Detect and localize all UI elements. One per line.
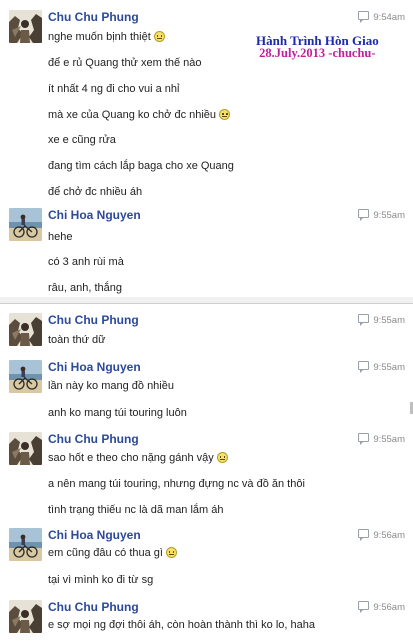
avatar[interactable] [9, 208, 42, 241]
sender-name[interactable]: Chu Chu Phung [48, 10, 139, 24]
message-text: lần này ko mang đồ nhiều [48, 380, 174, 392]
avatar[interactable] [9, 600, 42, 633]
smiley-emoticon-icon [216, 452, 228, 463]
rock-portrait-avatar-image [9, 600, 42, 633]
message-text-content: anh ko mang túi touring luôn [48, 407, 187, 419]
message-text-content: mà xe của Quang ko chở đc nhiều [48, 109, 217, 121]
message-text: xe e cũng rửa [48, 134, 116, 146]
message-text-content: đang tìm cách lắp baga cho xe Quang [48, 160, 234, 172]
message-text: để chở đc nhiều áh [48, 186, 142, 198]
message-text-content: sao hốt e theo cho nặng gánh vậy [48, 452, 214, 464]
timestamp-text: 9:56am [373, 530, 405, 541]
chat-log-panel-bottom [0, 303, 413, 641]
rock-portrait-avatar-image [9, 432, 42, 465]
avatar[interactable] [9, 313, 42, 346]
message-text: ít nhất 4 ng đi cho vui a nhỉ [48, 83, 179, 95]
sender-name[interactable]: Chi Hoa Nguyen [48, 360, 141, 374]
message-text: tình trạng thiếu nc là dã man lắm áh [48, 504, 224, 516]
message-text: mà xe của Quang ko chở đc nhiều [48, 109, 231, 121]
message-text: râu, anh, thắng [48, 282, 122, 294]
message-text-content: có 3 anh rùi mà [48, 256, 124, 268]
rock-portrait-avatar-image [9, 313, 42, 346]
message-text-content: râu, anh, thắng [48, 282, 123, 294]
timestamp: 9:55am [358, 209, 405, 221]
message-text: hehe [48, 231, 72, 243]
timestamp-text: 9:55am [373, 434, 405, 445]
sender-name[interactable]: Chu Chu Phung [48, 600, 139, 614]
timestamp: 9:56am [358, 601, 405, 613]
avatar[interactable] [9, 432, 42, 465]
message-text-content: nghe muốn bịnh thiệt [48, 31, 151, 43]
message-text-content: để chở đc nhiều áh [48, 186, 143, 198]
message-bubble-icon [358, 11, 370, 23]
message-text: anh ko mang túi touring luôn [48, 407, 187, 419]
beach-bicycle-avatar-image [9, 528, 42, 561]
avatar[interactable] [9, 10, 42, 43]
timestamp: 9:55am [358, 361, 405, 373]
message-text: a nên mang túi touring, nhưng đựng nc và… [48, 478, 305, 490]
timestamp-text: 9:54am [373, 12, 405, 23]
message-text: toàn thứ dữ [48, 334, 106, 346]
timestamp: 9:54am [358, 11, 405, 23]
message-bubble-icon [358, 601, 370, 613]
timestamp: 9:56am [358, 529, 405, 541]
avatar[interactable] [9, 360, 42, 393]
avatar[interactable] [9, 528, 42, 561]
beach-bicycle-avatar-image [9, 360, 42, 393]
message-text: đang tìm cách lắp baga cho xe Quang [48, 160, 234, 172]
timestamp: 9:55am [358, 314, 405, 326]
sender-name[interactable]: Chu Chu Phung [48, 432, 139, 446]
message-text: để e rủ Quang thử xem thế nào [48, 57, 202, 69]
message-text-content: tình trạng thiếu nc là dã man lắm áh [48, 504, 224, 516]
message-text-content: toàn thứ dữ [48, 334, 106, 346]
message-text-content: hehe [48, 231, 73, 243]
message-text: có 3 anh rùi mà [48, 256, 124, 268]
message-bubble-icon [358, 361, 370, 373]
timestamp-text: 9:55am [373, 362, 405, 373]
message-text-content: e sợ mọi ng đợi thôi áh, còn hoàn thành … [48, 619, 315, 631]
message-bubble-icon [358, 529, 370, 541]
message-bubble-icon [358, 314, 370, 326]
message-text: em cũng đâu có thua gì [48, 547, 177, 559]
beach-bicycle-avatar-image [9, 208, 42, 241]
message-text-content: ít nhất 4 ng đi cho vui a nhỉ [48, 83, 180, 95]
message-text-content: a nên mang túi touring, nhưng đựng nc và… [48, 478, 305, 490]
smiley-emoticon-icon [165, 547, 177, 558]
timestamp-text: 9:55am [373, 315, 405, 326]
sender-name[interactable]: Chu Chu Phung [48, 313, 139, 327]
smiley-emoticon-icon [153, 31, 165, 42]
message-text: nghe muốn bịnh thiệt [48, 31, 165, 43]
message-text-content: xe e cũng rửa [48, 134, 116, 146]
message-text: e sợ mọi ng đợi thôi áh, còn hoàn thành … [48, 619, 315, 631]
sender-name[interactable]: Chi Hoa Nguyen [48, 528, 141, 542]
message-text-content: lần này ko mang đồ nhiều [48, 380, 174, 392]
smiley-emoticon-icon [219, 109, 231, 120]
message-text: sao hốt e theo cho nặng gánh vậy [48, 452, 228, 464]
sender-name[interactable]: Chi Hoa Nguyen [48, 208, 141, 222]
message-text-content: em cũng đâu có thua gì [48, 547, 163, 559]
message-text-content: tại vì mình ko đi từ sg [48, 574, 154, 586]
timestamp: 9:55am [358, 433, 405, 445]
watermark-date: 28.July.2013 -chuchu- [259, 46, 376, 60]
rock-portrait-avatar-image [9, 10, 42, 43]
message-text: tại vì mình ko đi từ sg [48, 574, 153, 586]
message-bubble-icon [358, 433, 370, 445]
timestamp-text: 9:55am [373, 210, 405, 221]
message-text-content: để e rủ Quang thử xem thế nào [48, 57, 202, 69]
watermark: Hành Trình Hòn Giao 28.July.2013 -chuchu… [256, 34, 379, 60]
message-bubble-icon [358, 209, 370, 221]
timestamp-text: 9:56am [373, 602, 405, 613]
